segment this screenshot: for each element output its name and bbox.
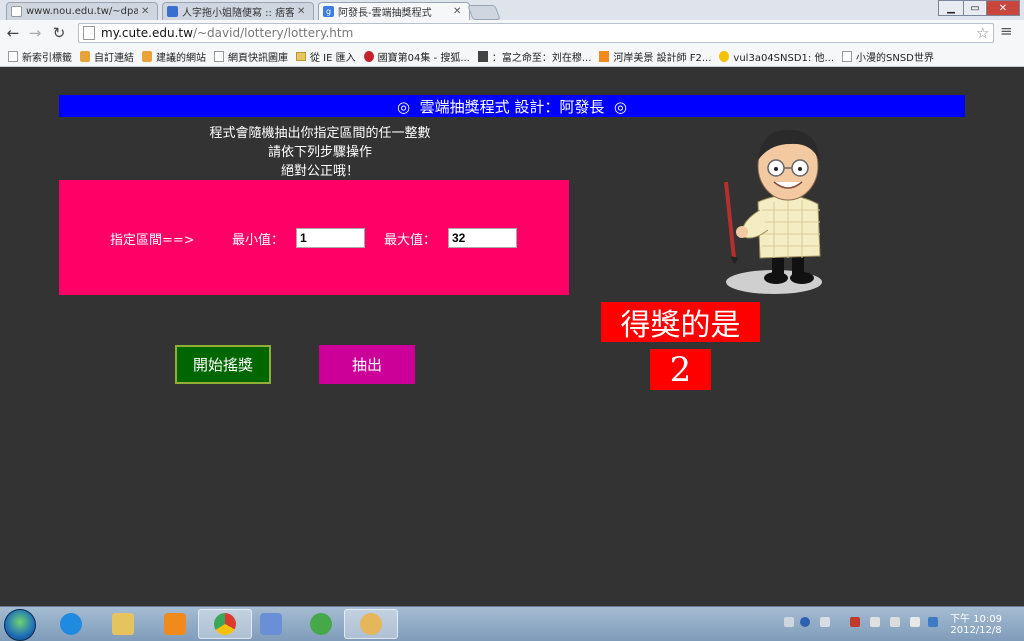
start-menu-icon[interactable] <box>4 609 36 641</box>
security-icon[interactable] <box>928 617 938 627</box>
paint-brush-app-icon[interactable] <box>244 609 298 639</box>
url-host: my.cute.edu.tw <box>101 26 193 40</box>
start-lottery-button[interactable]: 開始搖獎 <box>175 345 271 384</box>
keyboard-icon[interactable] <box>784 617 794 627</box>
bookmark-label: 自訂連結 <box>94 52 134 64</box>
back-arrow-icon[interactable]: ← <box>4 24 22 42</box>
program-banner: ◎ 雲端抽獎程式 設計：阿發長 ◎ <box>59 95 965 117</box>
min-label: 最小值： <box>232 233 285 248</box>
bookmark-label: vul3a04SNSD1: 他... <box>733 52 834 64</box>
intro-line-3: 絕對公正哦！ <box>280 164 359 179</box>
close-icon[interactable]: ✕ <box>453 6 463 17</box>
bookmark-item[interactable]: 從 IE 匯入 <box>296 49 356 64</box>
bookmark-item[interactable]: 小漫的SNSD世界 <box>842 49 934 64</box>
bookmark-item[interactable]: 新索引標籤 <box>8 49 72 64</box>
max-value-input[interactable] <box>448 228 517 248</box>
bookmark-label: 國寶第04集 - 搜狐... <box>377 52 470 64</box>
bookmark-item[interactable]: vul3a04SNSD1: 他... <box>719 49 834 64</box>
close-icon[interactable]: ✕ <box>141 6 151 17</box>
media-player-icon[interactable] <box>148 609 202 639</box>
max-label: 最大值： <box>384 233 437 248</box>
intro-line-1: 程式會隨機抽出你指定區間的任一整數 <box>209 126 431 141</box>
bookmark-label: 從 IE 匯入 <box>310 52 356 64</box>
bookmark-item[interactable]: ：富之命至：刘在穆... <box>477 49 592 64</box>
range-label: 指定區間==> <box>110 233 195 248</box>
bookmark-label: 網頁快訊圖庫 <box>228 52 288 64</box>
bookmark-label: 河岸美景 設計師 F2... <box>613 52 712 64</box>
blog-icon <box>167 6 178 17</box>
tab-label: 人字拖小姐隨便寫 :: 痞客 <box>182 8 294 19</box>
clock-date[interactable]: 2012/12/8 <box>948 625 1004 636</box>
min-value-input[interactable] <box>296 228 365 248</box>
reload-icon[interactable]: ↻ <box>50 24 68 42</box>
tab-label: www.nou.edu.tw/~dpa/ <box>26 6 138 17</box>
new-tab-button[interactable] <box>467 5 501 20</box>
bookmark-item[interactable]: 國寶第04集 - 搜狐... <box>363 49 470 64</box>
bookmark-label: 新索引標籤 <box>22 52 72 64</box>
draw-button[interactable]: 抽出 <box>319 345 415 384</box>
winner-number: 2 <box>650 349 711 390</box>
help-icon[interactable] <box>800 617 810 627</box>
messenger-app-icon[interactable] <box>294 609 348 639</box>
bookmark-star-icon[interactable]: ☆ <box>976 24 989 42</box>
mascot-illustration <box>724 129 822 294</box>
close-window-button[interactable]: ✕ <box>986 0 1020 16</box>
volume-icon[interactable] <box>910 617 920 627</box>
bookmark-red-icon <box>363 50 374 62</box>
bookmark-fav-icon <box>80 50 90 62</box>
bookmark-fav-icon <box>142 50 152 62</box>
page-icon <box>11 6 22 17</box>
forward-arrow-icon[interactable]: → <box>26 24 44 42</box>
action-center-icon[interactable] <box>850 617 860 627</box>
intro-line-2: 請依下列步驟操作 <box>267 145 372 160</box>
bookmark-page-icon <box>8 50 18 62</box>
network-icon[interactable] <box>890 617 900 627</box>
bookmarks-bar: 新索引標籤 自訂連結 建議的網站 網頁快訊圖庫 從 IE 匯入 國寶第04集 - 搜狐..… <box>0 46 1024 67</box>
bookmark-yellow-icon <box>719 50 730 62</box>
tray-expand-icon[interactable] <box>820 617 830 627</box>
winner-title: 得獎的是 <box>601 302 760 343</box>
bookmark-label: 小漫的SNSD世界 <box>856 52 934 64</box>
tab-lottery[interactable]: g 阿發長-雲端抽獎程式 ✕ <box>318 2 470 20</box>
bookmark-item[interactable]: 河岸美景 設計師 F2... <box>599 49 711 64</box>
clock-time[interactable]: 下午 10:09 <box>948 610 1004 625</box>
bookmark-label: ：富之命至：刘在穆... <box>491 52 592 64</box>
minimize-button[interactable]: ▁ <box>938 0 964 16</box>
bookmark-page-icon <box>214 50 224 62</box>
bookmark-folder-icon <box>296 51 306 61</box>
close-icon[interactable]: ✕ <box>297 6 307 17</box>
tab-blog[interactable]: 人字拖小姐隨便寫 :: 痞客 ✕ <box>162 2 314 20</box>
bookmark-orange-icon <box>599 50 610 62</box>
address-bar[interactable]: my.cute.edu.tw/~david/lottery/lottery.ht… <box>78 23 994 43</box>
bookmark-item[interactable]: 自訂連結 <box>80 49 134 64</box>
page-icon <box>83 26 95 40</box>
tab-nou[interactable]: www.nou.edu.tw/~dpa/ ✕ <box>6 2 158 20</box>
bookmark-label: 建議的網站 <box>156 52 206 64</box>
bookmark-item[interactable]: 網頁快訊圖庫 <box>214 49 288 64</box>
tab-label: 阿發長-雲端抽獎程式 <box>338 8 432 19</box>
wrench-icon[interactable]: ≡ <box>1000 22 1013 40</box>
ie-app-icon[interactable] <box>44 609 98 639</box>
maximize-button[interactable]: ▭ <box>963 0 987 16</box>
bookmark-grey-icon <box>477 50 488 62</box>
url-path: /~david/lottery/lottery.htm <box>192 26 354 40</box>
paint-app-icon[interactable] <box>344 609 398 639</box>
device-icon[interactable] <box>870 617 880 627</box>
file-explorer-icon[interactable] <box>96 609 150 639</box>
google-icon: g <box>323 6 334 17</box>
bookmark-page-icon <box>842 50 852 62</box>
bookmark-item[interactable]: 建議的網站 <box>142 49 206 64</box>
